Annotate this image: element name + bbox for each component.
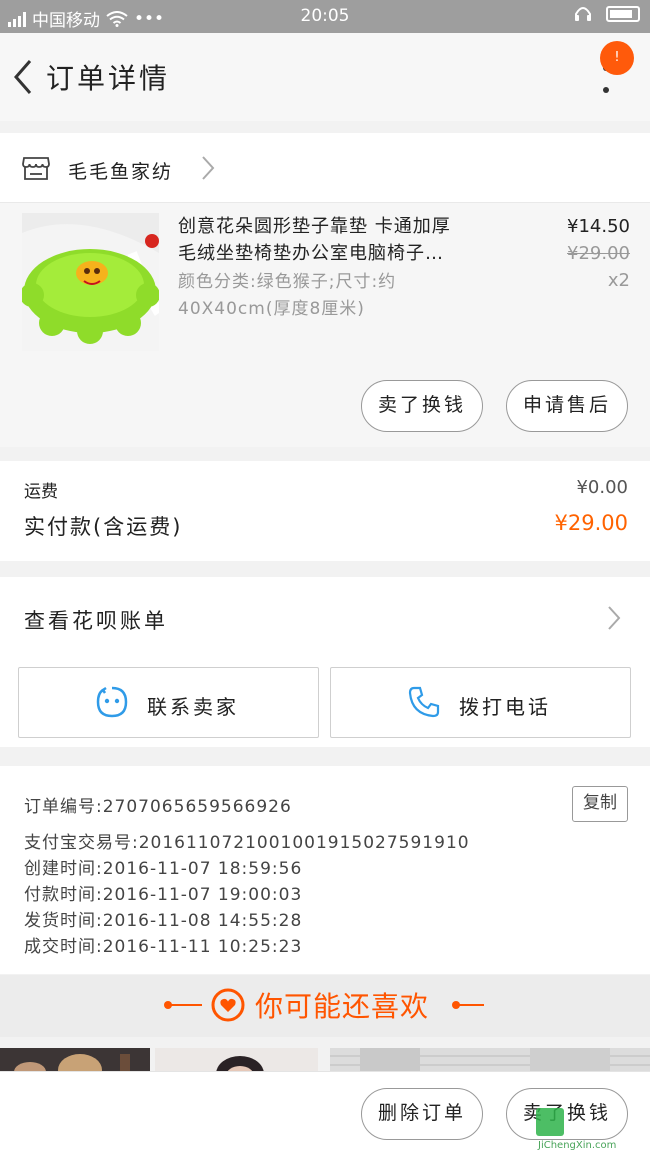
status-bar: 中国移动 ••• 20:05 bbox=[0, 0, 650, 33]
payment-summary: 运费 ¥0.00 实付款(含运费) ¥29.00 bbox=[0, 461, 650, 561]
original-price: ¥29.00 bbox=[567, 243, 630, 264]
status-right bbox=[574, 6, 640, 22]
page-title: 订单详情 bbox=[46, 62, 171, 95]
divider-line bbox=[166, 1004, 202, 1006]
shipping-value: ¥0.00 bbox=[576, 477, 628, 498]
order-info: 订单编号:2707065659566926 支付宝交易号:20161107210… bbox=[0, 766, 650, 974]
watermark-url: JiChengXin.com bbox=[538, 1140, 617, 1151]
store-icon bbox=[22, 157, 50, 180]
copy-button[interactable]: 复制 bbox=[572, 786, 628, 822]
current-price: ¥14.50 bbox=[567, 216, 630, 237]
product-title-line1: 创意花朵圆形垫子靠垫 卡通加厚 bbox=[178, 216, 451, 237]
recommend-item-image[interactable] bbox=[0, 1048, 150, 1073]
completed-time: 成交时间:2016-11-11 10:25:23 bbox=[24, 937, 303, 957]
shop-name: 毛毛鱼家纺 bbox=[68, 161, 174, 183]
status-time: 20:05 bbox=[300, 6, 350, 26]
shipped-time: 发货时间:2016-11-08 14:55:28 bbox=[24, 911, 303, 931]
attr-line1: 颜色分类:绿色猴子;尺寸:约 bbox=[178, 272, 397, 292]
product-item[interactable]: 创意花朵圆形垫子靠垫 卡通加厚 毛绒坐垫椅垫办公室电脑椅子… 颜色分类:绿色猴子… bbox=[0, 203, 650, 447]
product-title[interactable]: 创意花朵圆形垫子靠垫 卡通加厚 毛绒坐垫椅垫办公室电脑椅子… bbox=[178, 213, 518, 267]
chevron-right-icon bbox=[202, 156, 215, 180]
call-phone-label: 拨打电话 bbox=[459, 695, 551, 719]
watermark: JiChengXin.com bbox=[536, 1108, 648, 1154]
chevron-right-icon bbox=[608, 606, 621, 630]
divider-dot bbox=[452, 1001, 460, 1009]
recommend-item-image[interactable] bbox=[155, 1048, 318, 1073]
shop-row[interactable]: 毛毛鱼家纺 bbox=[0, 133, 650, 203]
after-sale-button[interactable]: 申请售后 bbox=[506, 380, 628, 432]
recommend-title: 你可能还喜欢 bbox=[255, 990, 430, 1023]
product-title-line2: 毛绒坐垫椅垫办公室电脑椅子… bbox=[178, 243, 444, 264]
divider-line bbox=[458, 1004, 484, 1006]
bottom-action-bar: 删除订单 卖了换钱 JiChengXin.com bbox=[0, 1071, 650, 1155]
product-attributes: 颜色分类:绿色猴子;尺寸:约 40X40cm(厚度8厘米) bbox=[178, 269, 518, 323]
recommend-header: 你可能还喜欢 bbox=[0, 975, 650, 1037]
price-block: ¥14.50 ¥29.00 x2 bbox=[567, 213, 630, 294]
created-time: 创建时间:2016-11-07 18:59:56 bbox=[24, 859, 303, 879]
huabei-bill-link[interactable]: 查看花呗账单 bbox=[24, 605, 168, 635]
battery-icon bbox=[606, 6, 640, 22]
headset-icon bbox=[575, 7, 591, 21]
huabei-section: 查看花呗账单 联系卖家 拨打电话 bbox=[0, 577, 650, 747]
order-number: 订单编号:2707065659566926 bbox=[24, 797, 292, 817]
nav-header: 订单详情 bbox=[0, 33, 650, 121]
quantity: x2 bbox=[607, 270, 630, 291]
product-thumbnail[interactable] bbox=[22, 213, 159, 351]
watermark-logo bbox=[536, 1108, 564, 1136]
heart-icon bbox=[211, 988, 245, 1022]
back-arrow-icon[interactable] bbox=[8, 57, 38, 97]
call-phone-button[interactable]: 拨打电话 bbox=[330, 667, 631, 738]
delete-order-button[interactable]: 删除订单 bbox=[361, 1088, 483, 1140]
recommend-item-image[interactable] bbox=[330, 1048, 650, 1073]
notification-badge: ! bbox=[600, 41, 634, 75]
attr-line2: 40X40cm(厚度8厘米) bbox=[178, 299, 365, 319]
paid-value: ¥29.00 bbox=[554, 511, 628, 535]
sell-exchange-button[interactable]: 卖了换钱 bbox=[361, 380, 483, 432]
alipay-trade-number: 支付宝交易号:2016110721001001915027591910 bbox=[24, 833, 470, 853]
paid-time: 付款时间:2016-11-07 19:00:03 bbox=[24, 885, 303, 905]
phone-icon bbox=[408, 686, 440, 718]
contact-seller-button[interactable]: 联系卖家 bbox=[18, 667, 319, 738]
chat-icon bbox=[96, 686, 128, 718]
contact-seller-label: 联系卖家 bbox=[147, 695, 239, 719]
shipping-label: 运费 bbox=[24, 482, 58, 502]
paid-label: 实付款(含运费) bbox=[24, 515, 183, 539]
